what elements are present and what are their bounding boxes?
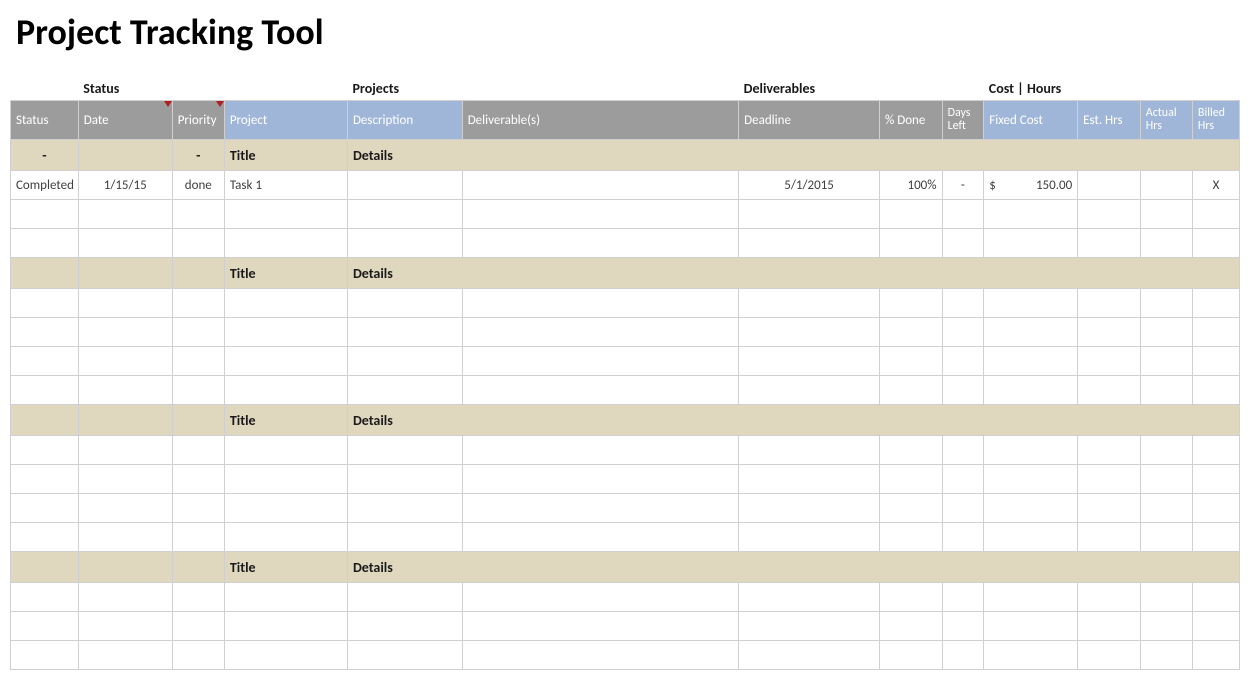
group-title: Title (224, 552, 347, 583)
table-row[interactable] (11, 465, 1240, 494)
table-row[interactable] (11, 641, 1240, 670)
hdr-status: Status (11, 101, 79, 140)
group-details: Details (347, 140, 1239, 171)
hdr-deliverable: Deliverable(s) (462, 101, 738, 140)
cell-actual[interactable] (1140, 171, 1192, 200)
hdr-est: Est. Hrs (1078, 101, 1141, 140)
cell-done[interactable]: 100% (879, 171, 942, 200)
group-priority-dash: - (172, 140, 224, 171)
cell-date[interactable]: 1/15/15 (78, 171, 172, 200)
table-row[interactable] (11, 318, 1240, 347)
hdr-deadline: Deadline (739, 101, 880, 140)
cell-status[interactable]: Completed (11, 171, 79, 200)
hdr-billed: Billed Hrs (1192, 101, 1239, 140)
section-cost: Cost | Hours (984, 74, 1240, 101)
group-title: Title (224, 258, 347, 289)
group-status-dash: - (11, 140, 79, 171)
group-header[interactable]: Title Details (11, 258, 1240, 289)
cell-days[interactable]: - (942, 171, 984, 200)
section-heading-row: Status Projects Deliverables Cost | Hour… (11, 74, 1240, 101)
table-row[interactable] (11, 289, 1240, 318)
table-row[interactable] (11, 523, 1240, 552)
table-row[interactable]: Completed 1/15/15 done Task 1 5/1/2015 1… (11, 171, 1240, 200)
hdr-actual: Actual Hrs (1140, 101, 1192, 140)
column-header-row: Status Date Priority Project Description… (11, 101, 1240, 140)
tracking-table: Status Projects Deliverables Cost | Hour… (10, 74, 1240, 670)
cell-fixed[interactable]: $150.00 (984, 171, 1078, 200)
table-row[interactable] (11, 436, 1240, 465)
group-title: Title (224, 405, 347, 436)
group-details: Details (347, 258, 1239, 289)
hdr-fixed: Fixed Cost (984, 101, 1078, 140)
comment-marker-icon (216, 101, 224, 107)
table-row[interactable] (11, 494, 1240, 523)
group-title: Title (224, 140, 347, 171)
group-header[interactable]: Title Details (11, 552, 1240, 583)
cell-est[interactable] (1078, 171, 1141, 200)
cell-deadline[interactable]: 5/1/2015 (739, 171, 880, 200)
cell-project[interactable]: Task 1 (224, 171, 347, 200)
group-header[interactable]: - - Title Details (11, 140, 1240, 171)
section-projects: Projects (347, 74, 462, 101)
hdr-date: Date (78, 101, 172, 140)
hdr-days: Days Left (942, 101, 984, 140)
group-details: Details (347, 405, 1239, 436)
table-row[interactable] (11, 229, 1240, 258)
hdr-description: Description (347, 101, 462, 140)
group-header[interactable]: Title Details (11, 405, 1240, 436)
table-row[interactable] (11, 200, 1240, 229)
section-deliverables: Deliverables (739, 74, 942, 101)
hdr-project: Project (224, 101, 347, 140)
page-title: Project Tracking Tool (16, 10, 1239, 54)
comment-marker-icon (164, 101, 172, 107)
table-row[interactable] (11, 583, 1240, 612)
group-details: Details (347, 552, 1239, 583)
section-status: Status (78, 74, 172, 101)
cell-deliverable[interactable] (462, 171, 738, 200)
table-row[interactable] (11, 612, 1240, 641)
hdr-done: % Done (879, 101, 942, 140)
cell-priority[interactable]: done (172, 171, 224, 200)
cell-description[interactable] (347, 171, 462, 200)
table-row[interactable] (11, 376, 1240, 405)
cell-billed[interactable]: X (1192, 171, 1239, 200)
table-row[interactable] (11, 347, 1240, 376)
hdr-priority: Priority (172, 101, 224, 140)
